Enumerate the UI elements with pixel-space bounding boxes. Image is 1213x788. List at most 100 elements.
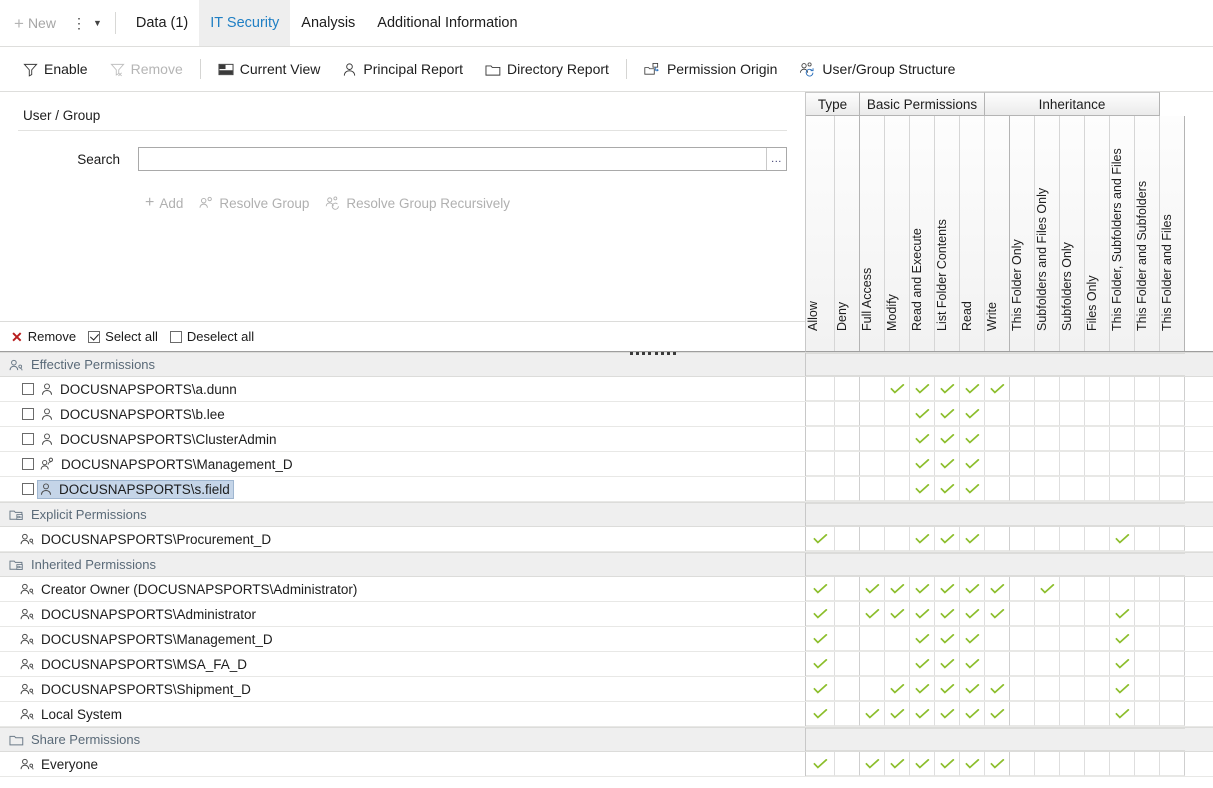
permission-cell-this-folder-only[interactable] xyxy=(1010,652,1035,676)
column-header-list-folder-contents[interactable]: List Folder Contents xyxy=(935,116,960,351)
column-header-this-folder-subfolders-and-files[interactable]: This Folder, Subfolders and Files xyxy=(1110,116,1135,351)
permission-cell-this-folder-subfolders-and-files[interactable] xyxy=(1110,427,1135,451)
permission-cell-list-folder-contents[interactable] xyxy=(935,477,960,501)
permission-cell-files-only[interactable] xyxy=(1085,452,1110,476)
permission-cell-list-folder-contents[interactable] xyxy=(935,677,960,701)
row-checkbox[interactable] xyxy=(22,458,34,470)
permission-cell-write[interactable] xyxy=(985,377,1010,401)
permission-cell-full-access[interactable] xyxy=(860,702,885,726)
permission-cell-this-folder-subfolders-and-files[interactable] xyxy=(1110,377,1135,401)
permission-cell-this-folder-only[interactable] xyxy=(1010,627,1035,651)
table-row[interactable]: Creator Owner (DOCUSNAPSPORTS\Administra… xyxy=(0,577,1213,602)
permission-cell-read[interactable] xyxy=(960,402,985,426)
permission-cell-modify[interactable] xyxy=(885,577,910,601)
permission-cell-full-access[interactable] xyxy=(860,527,885,551)
permission-cell-modify[interactable] xyxy=(885,702,910,726)
permission-cell-this-folder-and-subfolders[interactable] xyxy=(1135,652,1160,676)
remove-selection-button[interactable]: ✕ Remove xyxy=(11,329,88,344)
permission-cell-write[interactable] xyxy=(985,652,1010,676)
permission-cell-this-folder-and-subfolders[interactable] xyxy=(1135,477,1160,501)
table-row[interactable]: DOCUSNAPSPORTS\MSA_FA_D xyxy=(0,652,1213,677)
permission-cell-allow[interactable] xyxy=(806,602,835,626)
permission-cell-list-folder-contents[interactable] xyxy=(935,752,960,776)
permission-cell-modify[interactable] xyxy=(885,527,910,551)
permission-cell-subfolders-only[interactable] xyxy=(1060,577,1085,601)
permission-cell-files-only[interactable] xyxy=(1085,652,1110,676)
permission-cell-this-folder-and-subfolders[interactable] xyxy=(1135,402,1160,426)
permission-cell-read-and-execute[interactable] xyxy=(910,627,935,651)
permission-cell-full-access[interactable] xyxy=(860,602,885,626)
permission-cell-this-folder-only[interactable] xyxy=(1010,577,1035,601)
permission-cell-read[interactable] xyxy=(960,602,985,626)
remove-filter-button[interactable]: Remove xyxy=(99,54,194,84)
permission-cell-write[interactable] xyxy=(985,677,1010,701)
permission-cell-subfolders-only[interactable] xyxy=(1060,427,1085,451)
permission-cell-this-folder-subfolders-and-files[interactable] xyxy=(1110,677,1135,701)
permission-cell-deny[interactable] xyxy=(835,677,860,701)
permission-cell-full-access[interactable] xyxy=(860,477,885,501)
permission-cell-this-folder-subfolders-and-files[interactable] xyxy=(1110,627,1135,651)
column-header-read[interactable]: Read xyxy=(960,116,985,351)
permission-cell-list-folder-contents[interactable] xyxy=(935,527,960,551)
user-group-structure-button[interactable]: User/Group Structure xyxy=(788,54,966,84)
table-row[interactable]: DOCUSNAPSPORTS\ClusterAdmin xyxy=(0,427,1213,452)
column-header-write[interactable]: Write xyxy=(985,116,1010,351)
permission-cell-full-access[interactable] xyxy=(860,577,885,601)
permission-cell-this-folder-only[interactable] xyxy=(1010,452,1035,476)
permission-cell-this-folder-and-subfolders[interactable] xyxy=(1135,602,1160,626)
permission-cell-subfolders-and-files-only[interactable] xyxy=(1035,427,1060,451)
permission-cell-read[interactable] xyxy=(960,577,985,601)
permission-cell-this-folder-subfolders-and-files[interactable] xyxy=(1110,652,1135,676)
permission-cell-this-folder-and-files[interactable] xyxy=(1160,627,1185,651)
tab-additional-information[interactable]: Additional Information xyxy=(366,0,528,46)
permission-cell-modify[interactable] xyxy=(885,627,910,651)
permission-cell-full-access[interactable] xyxy=(860,677,885,701)
permission-cell-subfolders-and-files-only[interactable] xyxy=(1035,527,1060,551)
permission-cell-read-and-execute[interactable] xyxy=(910,702,935,726)
permission-cell-deny[interactable] xyxy=(835,752,860,776)
grid-section-header[interactable]: Effective Permissions xyxy=(0,352,1213,377)
permission-cell-list-folder-contents[interactable] xyxy=(935,577,960,601)
grid-section-header[interactable]: Share Permissions xyxy=(0,727,1213,752)
permission-cell-this-folder-and-subfolders[interactable] xyxy=(1135,677,1160,701)
panel-splitter-grip[interactable] xyxy=(630,350,676,356)
directory-report-button[interactable]: Directory Report xyxy=(474,54,620,84)
permission-cell-modify[interactable] xyxy=(885,452,910,476)
permission-cell-subfolders-and-files-only[interactable] xyxy=(1035,377,1060,401)
permission-cell-files-only[interactable] xyxy=(1085,477,1110,501)
row-checkbox[interactable] xyxy=(22,408,34,420)
permission-cell-list-folder-contents[interactable] xyxy=(935,702,960,726)
permission-cell-full-access[interactable] xyxy=(860,752,885,776)
permission-cell-allow[interactable] xyxy=(806,377,835,401)
column-header-read-and-execute[interactable]: Read and Execute xyxy=(910,116,935,351)
permission-cell-allow[interactable] xyxy=(806,577,835,601)
permission-cell-write[interactable] xyxy=(985,402,1010,426)
permission-cell-read-and-execute[interactable] xyxy=(910,527,935,551)
tab-it-security[interactable]: IT Security xyxy=(199,0,291,46)
permission-cell-allow[interactable] xyxy=(806,627,835,651)
table-row[interactable]: DOCUSNAPSPORTS\Management_D xyxy=(0,452,1213,477)
permission-cell-this-folder-only[interactable] xyxy=(1010,602,1035,626)
permission-cell-subfolders-only[interactable] xyxy=(1060,477,1085,501)
column-header-allow[interactable]: Allow xyxy=(806,116,835,351)
permission-cell-modify[interactable] xyxy=(885,677,910,701)
permission-cell-read[interactable] xyxy=(960,427,985,451)
current-view-button[interactable]: Current View xyxy=(207,54,332,84)
permission-cell-this-folder-and-files[interactable] xyxy=(1160,427,1185,451)
permission-cell-subfolders-only[interactable] xyxy=(1060,652,1085,676)
permission-cell-this-folder-and-files[interactable] xyxy=(1160,402,1185,426)
permission-cell-allow[interactable] xyxy=(806,752,835,776)
permission-cell-write[interactable] xyxy=(985,752,1010,776)
permission-cell-this-folder-only[interactable] xyxy=(1010,377,1035,401)
permission-cell-subfolders-only[interactable] xyxy=(1060,402,1085,426)
permission-cell-subfolders-and-files-only[interactable] xyxy=(1035,577,1060,601)
permission-cell-list-folder-contents[interactable] xyxy=(935,377,960,401)
permission-cell-allow[interactable] xyxy=(806,477,835,501)
permission-cell-full-access[interactable] xyxy=(860,627,885,651)
permission-cell-list-folder-contents[interactable] xyxy=(935,427,960,451)
permission-cell-allow[interactable] xyxy=(806,452,835,476)
permission-cell-read-and-execute[interactable] xyxy=(910,477,935,501)
permission-cell-this-folder-subfolders-and-files[interactable] xyxy=(1110,402,1135,426)
table-row[interactable]: DOCUSNAPSPORTS\a.dunn xyxy=(0,377,1213,402)
permission-cell-read[interactable] xyxy=(960,702,985,726)
